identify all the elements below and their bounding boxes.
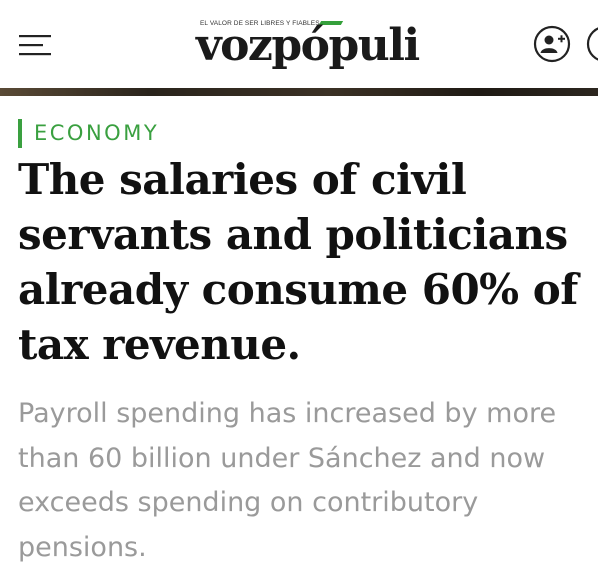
section-accent-bar xyxy=(18,118,22,148)
user-add-icon[interactable] xyxy=(532,24,572,64)
headline-line: tax revenue. xyxy=(18,320,301,369)
hamburger-menu-icon[interactable] xyxy=(17,30,53,60)
section-name: ECONOMY xyxy=(34,121,160,145)
subtitle-line: pensions. xyxy=(18,531,147,563)
section-label[interactable]: ECONOMY xyxy=(18,118,159,148)
search-icon[interactable] xyxy=(585,24,598,64)
article-headline: The salaries of civil servants and polit… xyxy=(18,152,598,372)
subtitle-line: exceeds spending on contributory xyxy=(18,487,479,518)
subtitle-line: than 60 billion under Sánchez and now xyxy=(18,442,546,474)
subtitle-line: Payroll spending has increased by more xyxy=(18,398,557,429)
article-subtitle: Payroll spending has increased by more t… xyxy=(18,392,598,570)
headline-line: already consume 60% of xyxy=(18,265,578,314)
hero-image-strip xyxy=(0,88,598,96)
headline-line: servants and politicians xyxy=(18,210,568,259)
site-logo[interactable]: EL VALOR DE SER LIBRES Y FIABLES vozpópu… xyxy=(196,14,446,74)
logo-wordmark: vozpópuli xyxy=(196,20,420,71)
headline-line: The salaries of civil xyxy=(18,155,467,204)
site-header: EL VALOR DE SER LIBRES Y FIABLES vozpópu… xyxy=(0,0,598,88)
